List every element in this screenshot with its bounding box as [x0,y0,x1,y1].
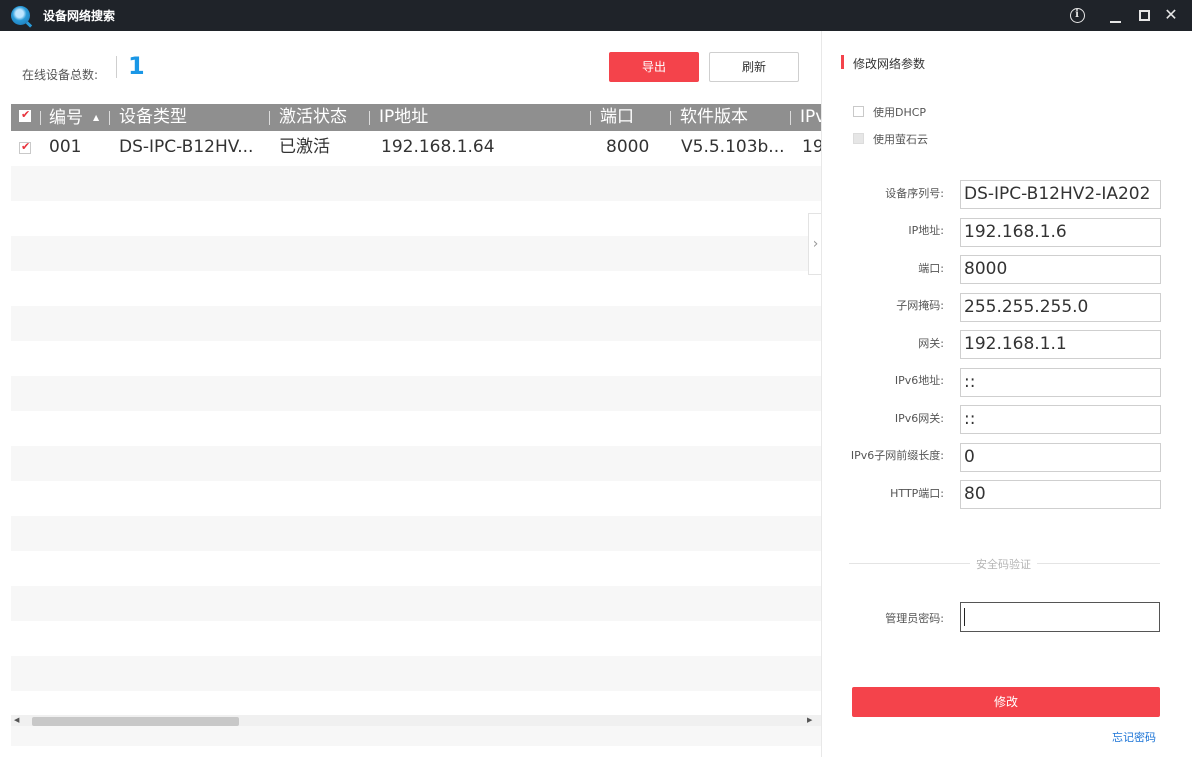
search-app-icon [11,6,30,25]
online-count-label: 在线设备总数: [22,68,99,82]
dhcp-label: 使用DHCP [873,106,927,119]
collapse-panel-chevron-icon[interactable]: › [808,213,822,275]
ezviz-checkbox[interactable]: 使用萤石云 [853,131,928,147]
ipv6-address-label: IPv6地址: [894,374,944,387]
horizontal-scrollbar[interactable]: ◀ ▶ [11,715,821,726]
panel-title: 修改网络参数 [853,57,926,71]
empty-row [11,516,821,551]
minimize-icon[interactable] [1103,4,1127,26]
column-header-ip-address[interactable]: IP地址 [379,104,428,131]
admin-password-field[interactable] [960,602,1160,632]
empty-row [11,446,821,481]
network-params-panel: 修改网络参数 使用DHCP 使用萤石云 设备序列号: DS-IPC-B12HV2… [821,31,1192,757]
ezviz-label: 使用萤石云 [873,133,928,146]
empty-row [11,306,821,341]
ip-address-field[interactable]: 192.168.1.6 [960,218,1161,247]
modify-button[interactable]: 修改 [852,687,1160,717]
maximize-icon[interactable] [1132,4,1156,26]
empty-row [11,376,821,411]
empty-row [11,726,821,746]
check-icon: ✔ [21,140,31,153]
empty-row [11,586,821,621]
gateway-label: 网关: [918,337,944,350]
device-table: ✔ 编号 ▲ 设备类型 激活状态 IP地址 端口 软件版本 IPv ✔ 001 D… [11,104,821,746]
empty-row [11,621,821,656]
online-count-value: 1 [128,52,145,80]
title-bar: 设备网络搜索 i ✕ [0,0,1192,31]
cell-device-type: DS-IPC-B12HV... [119,137,254,157]
scrollbar-thumb[interactable] [32,717,239,726]
column-header-software-version[interactable]: 软件版本 [680,104,748,131]
http-port-label: HTTP端口: [890,487,944,500]
empty-row [11,656,821,691]
cell-ipv6: 19 [802,137,821,157]
empty-row [11,551,821,586]
port-label: 端口: [918,262,944,275]
column-header-port[interactable]: 端口 [600,104,634,131]
port-field[interactable]: 8000 [960,255,1161,284]
empty-row [11,341,821,376]
cell-activation-status: 已激活 [279,137,330,157]
scroll-right-icon[interactable]: ▶ [807,716,812,724]
empty-row [11,481,821,516]
table-row[interactable]: ✔ 001 DS-IPC-B12HV... 已激活 192.168.1.64 8… [11,131,821,166]
scroll-left-icon[interactable]: ◀ [14,716,19,724]
window-title: 设备网络搜索 [43,9,116,23]
column-header-number[interactable]: 编号 ▲ [49,104,99,131]
refresh-button[interactable]: 刷新 [709,52,799,82]
ipv6-prefix-length-field[interactable]: 0 [960,443,1161,472]
cell-number: 001 [49,137,82,157]
column-header-activation-status[interactable]: 激活状态 [279,104,347,131]
checkbox-icon[interactable] [853,106,864,117]
empty-row [11,166,821,201]
http-port-field[interactable]: 80 [960,480,1161,509]
cell-software-version: V5.5.103b... [681,137,785,157]
device-list-area: 在线设备总数: 1 导出 刷新 ✔ 编号 ▲ 设备类型 激活状态 IP地址 端口 … [0,31,821,757]
empty-row [11,201,821,236]
export-button[interactable]: 导出 [609,52,699,82]
subnet-mask-label: 子网掩码: [896,299,944,312]
checkbox-icon[interactable] [853,133,864,144]
check-icon: ✔ [21,108,31,121]
dhcp-checkbox[interactable]: 使用DHCP [853,104,926,120]
serial-number-field[interactable]: DS-IPC-B12HV2-IA202 [960,180,1161,209]
column-header-device-type[interactable]: 设备类型 [119,104,187,131]
serial-number-label: 设备序列号: [885,187,944,200]
ipv6-gateway-field[interactable]: :: [960,405,1161,434]
row-checkbox[interactable]: ✔ [19,140,31,154]
select-all-checkbox[interactable]: ✔ [19,108,31,122]
empty-row [11,271,821,306]
close-icon[interactable]: ✕ [1159,4,1183,26]
subnet-mask-field[interactable]: 255.255.255.0 [960,293,1161,322]
count-divider [116,56,117,78]
title-accent-bar [841,55,844,69]
security-divider-label: 安全码验证 [970,556,1037,572]
cell-ip-address: 192.168.1.64 [381,137,495,157]
ipv6-prefix-length-label: IPv6子网前缀长度: [850,449,944,462]
column-header-ipv6[interactable]: IPv [800,104,821,131]
info-icon[interactable]: i [1065,4,1089,26]
table-header: ✔ 编号 ▲ 设备类型 激活状态 IP地址 端口 软件版本 IPv [11,104,821,131]
sort-ascending-icon: ▲ [93,113,100,122]
gateway-field[interactable]: 192.168.1.1 [960,330,1161,359]
empty-row [11,411,821,446]
admin-password-label: 管理员密码: [885,612,944,625]
empty-row [11,236,821,271]
ipv6-address-field[interactable]: :: [960,368,1161,397]
ipv6-gateway-label: IPv6网关: [894,412,944,425]
ip-address-label: IP地址: [908,224,944,237]
forgot-password-link[interactable]: 忘记密码 [1112,729,1156,745]
cell-port: 8000 [606,137,650,157]
